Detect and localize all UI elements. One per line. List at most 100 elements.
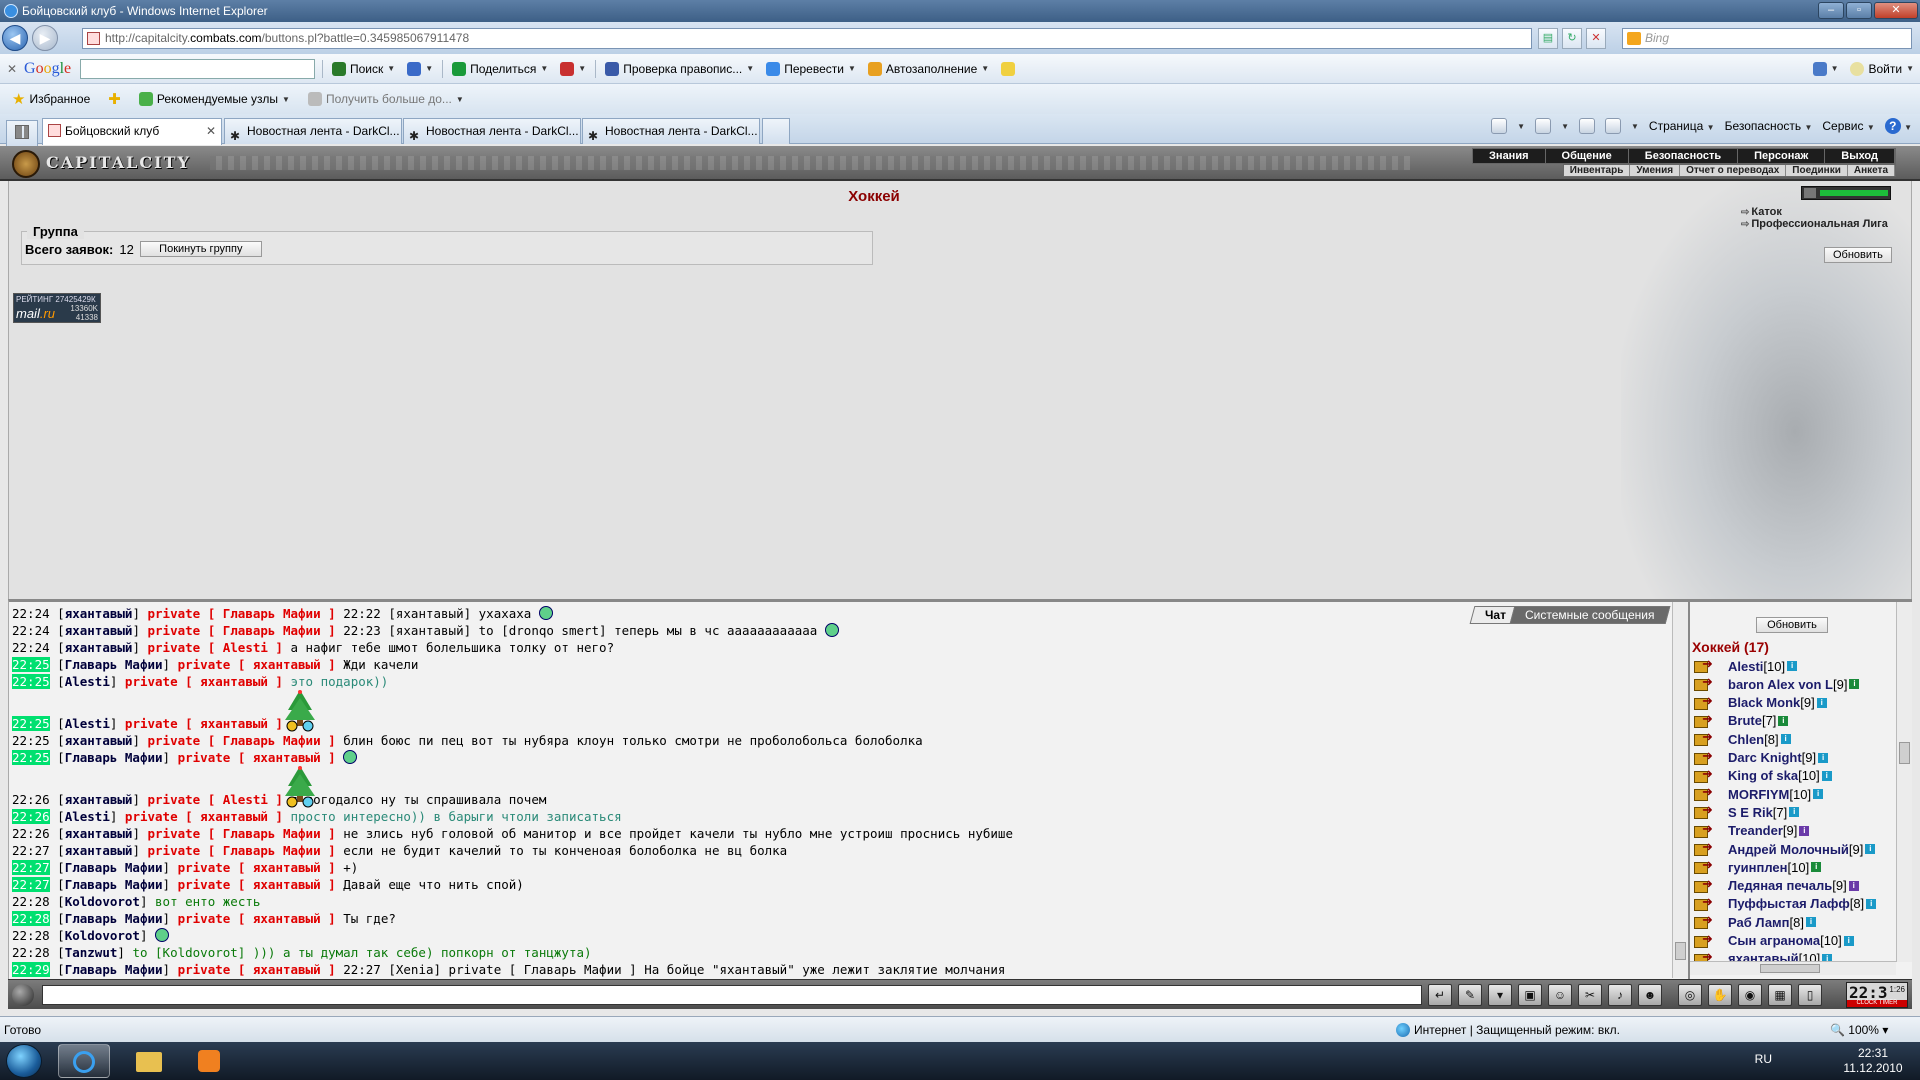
user-name[interactable]: Treander bbox=[1728, 823, 1783, 838]
private-target[interactable]: private [ Главарь Мафии ] bbox=[148, 733, 336, 748]
location-link-pro-league[interactable]: Профессиональная Лига bbox=[1741, 218, 1887, 230]
menu-fights[interactable]: Поединки bbox=[1786, 165, 1848, 176]
private-message-icon[interactable] bbox=[1694, 857, 1716, 875]
quick-tabs-button[interactable] bbox=[6, 120, 38, 146]
home-icon[interactable] bbox=[1491, 118, 1508, 134]
send-button[interactable]: ↵ bbox=[1428, 984, 1452, 1006]
grid-button[interactable]: ▦ bbox=[1768, 984, 1792, 1006]
chat-options-icon[interactable] bbox=[12, 984, 34, 1006]
message-time[interactable]: 22:28 bbox=[12, 911, 50, 926]
minimize-button[interactable]: – bbox=[1818, 2, 1844, 19]
private-message-icon[interactable] bbox=[1694, 894, 1716, 912]
user-info-icon[interactable]: i bbox=[1816, 697, 1827, 708]
message-time[interactable]: 22:28 bbox=[12, 894, 50, 909]
message-nick[interactable]: Главарь Мафии bbox=[65, 750, 163, 765]
highlight-button[interactable] bbox=[995, 61, 1021, 76]
message-nick[interactable]: яхантавый bbox=[65, 606, 133, 621]
message-nick[interactable]: Alesti bbox=[65, 674, 110, 689]
message-time[interactable]: 22:26 bbox=[12, 809, 50, 824]
menu-exit[interactable]: Выход bbox=[1825, 149, 1895, 163]
private-message-icon[interactable] bbox=[1694, 931, 1716, 949]
user-info-icon[interactable]: i bbox=[1799, 825, 1810, 836]
private-message-icon[interactable] bbox=[1694, 912, 1716, 930]
private-target[interactable]: private [ яхантавый ] bbox=[125, 674, 283, 689]
user-info-icon[interactable]: i bbox=[1805, 917, 1816, 928]
user-info-icon[interactable]: i bbox=[1818, 752, 1829, 763]
private-target[interactable]: private [ яхантавый ] bbox=[125, 809, 283, 824]
hand-button[interactable]: ✋ bbox=[1708, 984, 1732, 1006]
user-info-icon[interactable]: i bbox=[1789, 807, 1800, 818]
location-link-rink[interactable]: Каток bbox=[1741, 206, 1781, 218]
message-time[interactable]: 22:24 bbox=[12, 606, 50, 621]
user-name[interactable]: Ледяная печаль bbox=[1728, 878, 1832, 893]
security-zone[interactable]: Интернет | Защищенный режим: вкл. bbox=[1396, 1017, 1620, 1043]
user-row[interactable]: Treander[9]i bbox=[1694, 821, 1810, 840]
popup-blocker-button[interactable]: ▼ bbox=[554, 61, 592, 76]
user-row[interactable]: Ледяная печаль[9]i bbox=[1694, 876, 1859, 895]
tools-menu[interactable]: Сервис ▼ bbox=[1822, 119, 1874, 133]
google-plus-button[interactable]: ▼ bbox=[401, 61, 439, 76]
options-button[interactable]: ◎ bbox=[1678, 984, 1702, 1006]
menu-profile[interactable]: Анкета bbox=[1848, 165, 1895, 176]
user-row[interactable]: S E Rik[7]i bbox=[1694, 802, 1800, 821]
stop-icon[interactable]: ✕ bbox=[1586, 28, 1606, 49]
menu-inventory[interactable]: Инвентарь bbox=[1564, 165, 1631, 176]
forward-button[interactable]: ▶ bbox=[32, 25, 58, 51]
user-row[interactable]: Раб Ламп[8]i bbox=[1694, 912, 1816, 931]
user-name[interactable]: Пуффыстая Лафф bbox=[1728, 896, 1850, 911]
user-row[interactable]: Darc Knight[9]i bbox=[1694, 748, 1829, 767]
autofill-button[interactable]: Автозаполнение ▼ bbox=[862, 61, 995, 76]
tab-system-messages[interactable]: Системные сообщения bbox=[1510, 606, 1671, 624]
maximize-button[interactable]: ▫ bbox=[1846, 2, 1872, 19]
menu-communication[interactable]: Общение bbox=[1546, 149, 1629, 163]
message-nick[interactable]: яхантавый bbox=[65, 733, 133, 748]
google-search-input[interactable] bbox=[80, 58, 315, 79]
message-nick[interactable]: яхантавый bbox=[65, 640, 133, 655]
message-nick[interactable]: яхантавый bbox=[65, 623, 133, 638]
language-indicator[interactable]: RU bbox=[1755, 1052, 1772, 1066]
message-time[interactable]: 22:25 bbox=[12, 716, 50, 731]
message-time[interactable]: 22:27 bbox=[12, 860, 50, 875]
private-target[interactable]: private [ Главарь Мафии ] bbox=[148, 606, 336, 621]
favorites-button[interactable]: ★ Избранное bbox=[6, 90, 96, 108]
help-menu[interactable]: ? ▼ bbox=[1884, 118, 1912, 134]
message-nick[interactable]: яхантавый bbox=[65, 826, 133, 841]
page-menu[interactable]: Страница ▼ bbox=[1649, 119, 1715, 133]
private-message-icon[interactable] bbox=[1694, 876, 1716, 894]
cut-button[interactable]: ✂ bbox=[1578, 984, 1602, 1006]
message-time[interactable]: 22:28 bbox=[12, 945, 50, 960]
private-target[interactable]: private [ яхантавый ] bbox=[178, 657, 336, 672]
private-target[interactable]: private [ Alesti ] bbox=[148, 640, 283, 655]
exit-button[interactable]: ▯ bbox=[1798, 984, 1822, 1006]
user-name[interactable]: Brute bbox=[1728, 713, 1762, 728]
users-scrollbar[interactable] bbox=[1896, 602, 1912, 962]
message-time[interactable]: 22:27 bbox=[12, 877, 50, 892]
user-info-icon[interactable]: i bbox=[1849, 679, 1860, 690]
user-row[interactable]: Сын агранома[10]i bbox=[1694, 931, 1854, 950]
private-message-icon[interactable] bbox=[1694, 802, 1716, 820]
private-target[interactable]: private [ Alesti ] bbox=[148, 792, 283, 807]
private-message-icon[interactable] bbox=[1694, 656, 1716, 674]
message-nick[interactable]: Alesti bbox=[65, 716, 110, 731]
message-nick[interactable]: Tanzwut bbox=[65, 945, 118, 960]
tab-news-feed-3[interactable]: ✱ Новостная лента - DarkCl... bbox=[582, 118, 760, 144]
private-target[interactable]: private [ Главарь Мафии ] bbox=[148, 826, 336, 841]
emotes-button[interactable]: ☻ bbox=[1638, 984, 1662, 1006]
user-name[interactable]: Сын агранома bbox=[1728, 933, 1820, 948]
user-name[interactable]: MORFIYM bbox=[1728, 787, 1789, 802]
chat-input[interactable] bbox=[42, 985, 1422, 1005]
message-time[interactable]: 22:29 bbox=[12, 962, 50, 977]
new-tab-button[interactable] bbox=[762, 118, 790, 144]
taskbar-explorer-button[interactable] bbox=[122, 1044, 174, 1078]
refresh-button[interactable]: Обновить bbox=[1824, 247, 1892, 263]
message-nick[interactable]: Главарь Мафии bbox=[65, 860, 163, 875]
address-bar[interactable]: http://capitalcity.combats.com/buttons.p… bbox=[82, 28, 1532, 49]
private-message-icon[interactable] bbox=[1694, 748, 1716, 766]
chat-scrollbar[interactable] bbox=[1672, 602, 1688, 978]
user-info-icon[interactable]: i bbox=[1866, 898, 1877, 909]
user-row[interactable]: MORFIYM[10]i bbox=[1694, 784, 1824, 803]
tab-close-icon[interactable]: ✕ bbox=[206, 119, 216, 143]
start-button[interactable] bbox=[6, 1044, 42, 1078]
message-nick[interactable]: яхантавый bbox=[65, 792, 133, 807]
clear-button[interactable]: ✎ bbox=[1458, 984, 1482, 1006]
